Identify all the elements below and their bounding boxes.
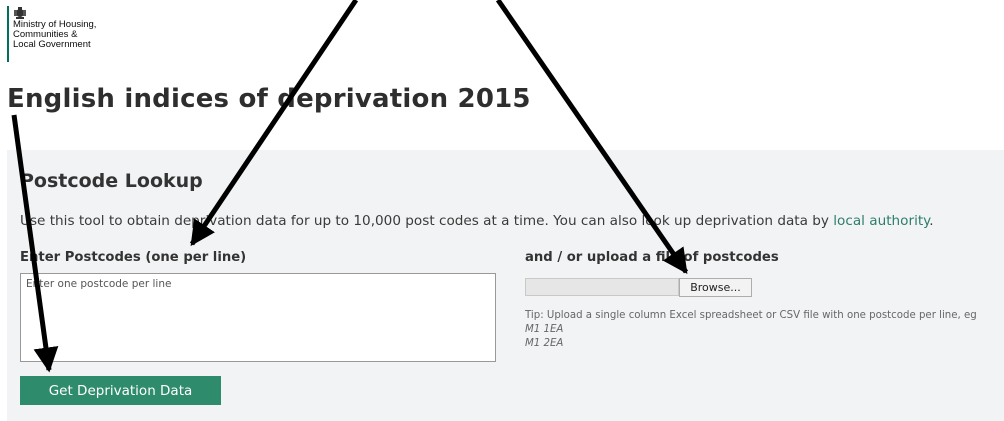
org-logo[interactable]: Ministry of Housing, Communities & Local…: [7, 6, 96, 62]
royal-crest-icon: [14, 7, 26, 19]
upload-label: and / or upload a file of postcodes: [525, 250, 779, 265]
org-name-line: Local Government: [13, 39, 91, 50]
postcode-lookup-panel: Postcode Lookup Use this tool to obtain …: [7, 150, 1004, 421]
upload-tip: Tip: Upload a single column Excel spread…: [525, 309, 977, 351]
get-deprivation-data-button[interactable]: Get Deprivation Data: [20, 376, 221, 405]
postcodes-label: Enter Postcodes (one per line): [20, 250, 247, 265]
intro-text: Use this tool to obtain deprivation data…: [20, 213, 934, 229]
tip-example: M1 2EA: [525, 338, 564, 349]
intro-end: .: [929, 213, 934, 229]
tip-text: Tip: Upload a single column Excel spread…: [525, 310, 977, 321]
postcodes-textarea[interactable]: [20, 273, 496, 362]
local-authority-link[interactable]: local authority: [833, 213, 929, 229]
section-heading: Postcode Lookup: [20, 170, 203, 192]
page-title: English indices of deprivation 2015: [7, 84, 531, 114]
tip-example: M1 1EA: [525, 324, 564, 335]
browse-button[interactable]: Browse...: [679, 278, 752, 297]
intro-sentence: Use this tool to obtain deprivation data…: [20, 213, 834, 229]
org-name: Ministry of Housing, Communities & Local…: [13, 20, 96, 50]
file-path-field[interactable]: [525, 278, 679, 296]
